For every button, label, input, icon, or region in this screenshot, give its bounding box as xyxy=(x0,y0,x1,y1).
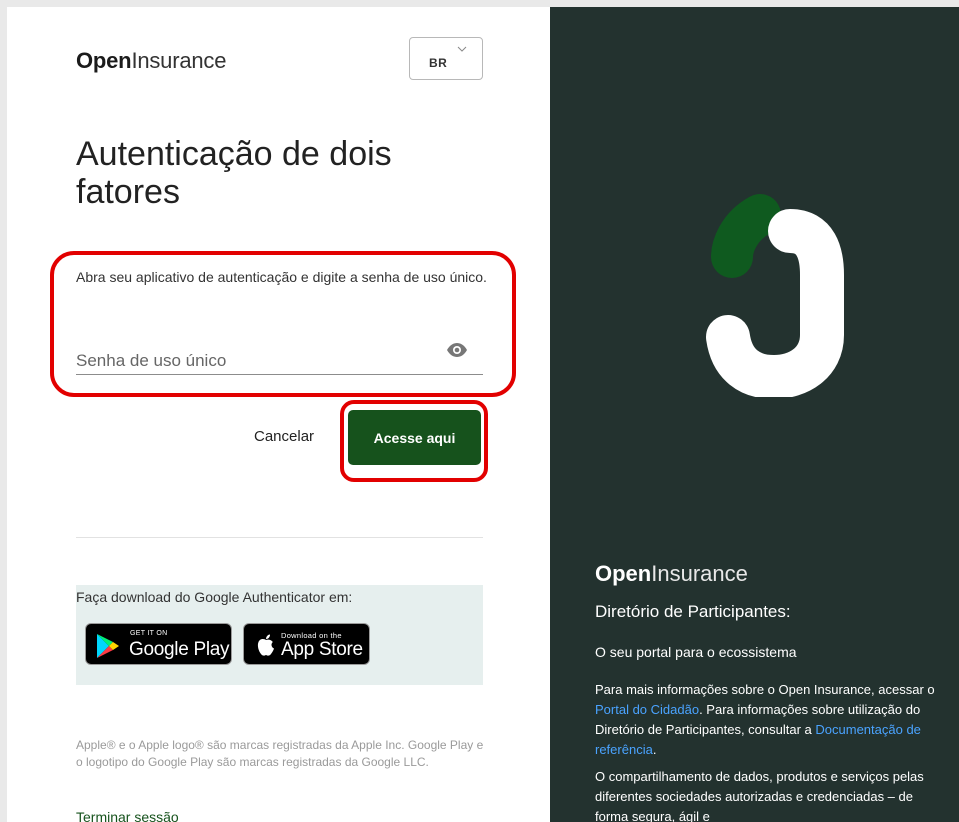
google-play-small-label: GET IT ON xyxy=(130,630,168,637)
cancel-button[interactable]: Cancelar xyxy=(254,428,314,445)
side-info-paragraph: Para mais informações sobre o Open Insur… xyxy=(595,680,945,760)
otp-field xyxy=(76,342,483,375)
eye-icon[interactable] xyxy=(446,342,468,358)
side-brand-logo: OpenInsurance xyxy=(595,561,748,587)
legal-notice: Apple® e o Apple logo® são marcas regist… xyxy=(76,738,484,769)
side-brand-bold: Open xyxy=(595,561,652,586)
side-subheading: O seu portal para o ecossistema xyxy=(595,644,797,660)
info-panel: OpenInsurance Diretório de Participantes… xyxy=(550,7,959,822)
logout-link[interactable]: Terminar sessão xyxy=(76,809,179,822)
app-store-big-label: App Store xyxy=(281,639,363,660)
google-play-icon xyxy=(97,634,119,658)
brand-logo-bold: Open xyxy=(76,48,132,73)
brand-logo: OpenInsurance xyxy=(76,48,226,74)
side-sharing-paragraph: O compartilhamento de dados, produtos e … xyxy=(595,769,924,822)
auth-panel: OpenInsurance BR Autenticação de dois fa… xyxy=(7,7,550,822)
google-play-big-label: Google Play xyxy=(129,639,230,660)
side-para-end: . xyxy=(652,742,657,757)
language-code: BR xyxy=(429,56,448,70)
brand-logo-thin: Insurance xyxy=(131,48,227,73)
chevron-down-icon xyxy=(457,46,467,52)
submit-button[interactable]: Acesse aqui xyxy=(348,410,481,465)
google-play-badge[interactable]: GET IT ON Google Play xyxy=(85,623,232,665)
download-text: Faça download do Google Authenticator em… xyxy=(76,589,353,605)
apple-icon xyxy=(257,634,274,656)
open-insurance-symbol-icon xyxy=(706,194,844,397)
side-brand-thin: Insurance xyxy=(651,561,748,586)
divider xyxy=(76,537,483,538)
otp-instruction: Abra seu aplicativo de autenticação e di… xyxy=(76,269,487,285)
portal-cidadao-link[interactable]: Portal do Cidadão xyxy=(595,702,699,717)
otp-input[interactable] xyxy=(76,342,436,374)
app-store-badge[interactable]: Download on the App Store xyxy=(243,623,370,665)
side-heading: Diretório de Participantes: xyxy=(595,602,791,621)
side-para-pre: Para mais informações sobre o Open Insur… xyxy=(595,682,935,697)
login-page: OpenInsurance BR Autenticação de dois fa… xyxy=(0,0,959,822)
authenticator-download-panel: Faça download do Google Authenticator em… xyxy=(76,585,483,685)
language-selector[interactable]: BR xyxy=(409,37,483,80)
page-title: Autenticação de dois fatores xyxy=(76,135,392,211)
